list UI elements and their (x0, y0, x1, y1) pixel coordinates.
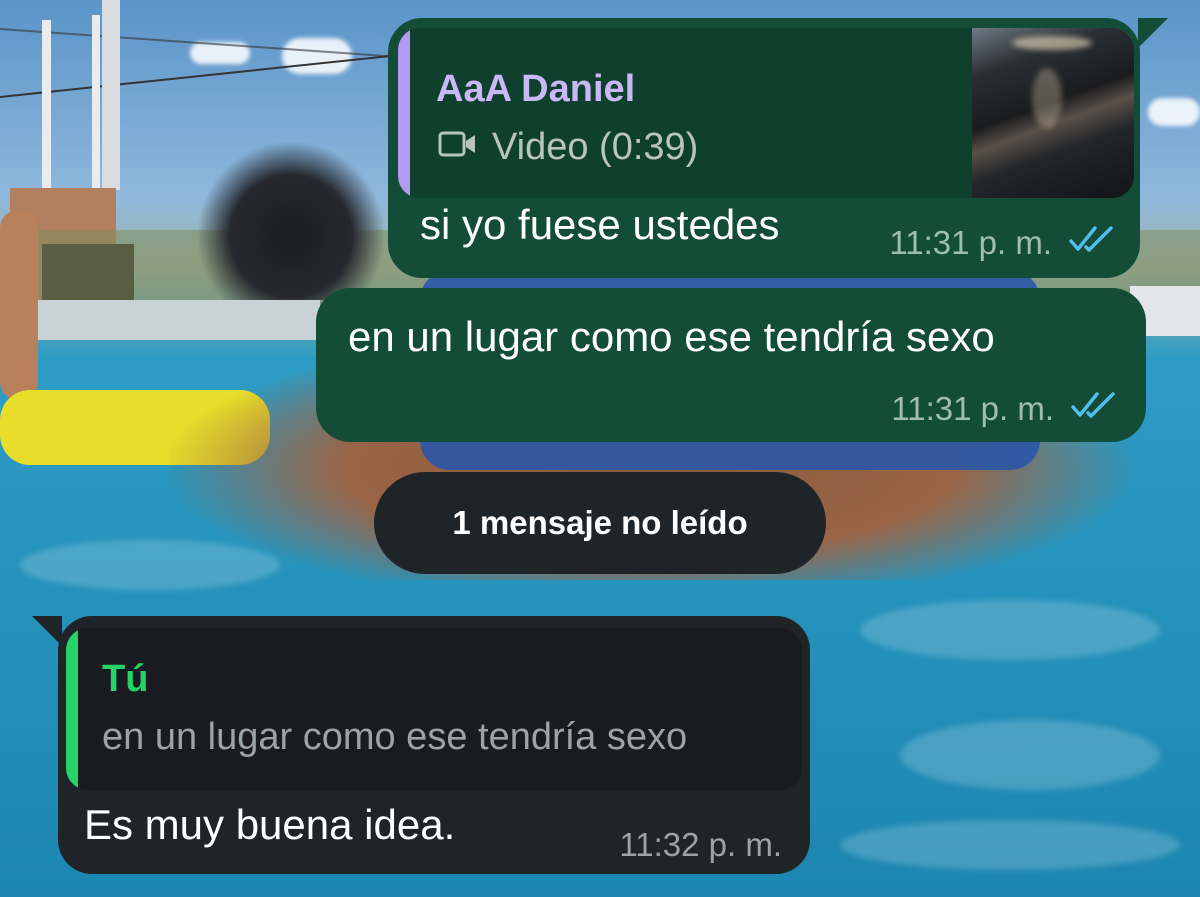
quote-text: en un lugar como ese tendría sexo (102, 716, 688, 758)
bubble-tail (32, 616, 62, 646)
quoted-message[interactable]: Tú en un lugar como ese tendría sexo (66, 628, 802, 790)
video-camera-icon (438, 126, 478, 169)
message-text: en un lugar como ese tendría sexo (348, 313, 995, 360)
message-bubble-outgoing[interactable]: AaA Daniel Video (0:39) si yo fuese uste… (388, 18, 1168, 278)
quote-author: Tú (102, 658, 149, 700)
double-check-read-icon (1068, 224, 1118, 262)
message-bubble-incoming[interactable]: Tú en un lugar como ese tendría sexo Es … (32, 616, 810, 874)
quote-accent-bar (398, 28, 410, 198)
message-time: 11:32 p. m. (619, 826, 782, 863)
quoted-message[interactable]: AaA Daniel Video (0:39) (398, 28, 1134, 198)
video-thumbnail[interactable] (972, 28, 1134, 198)
quote-author: AaA Daniel (436, 68, 636, 110)
message-bubble-outgoing[interactable]: en un lugar como ese tendría sexo 11:31 … (316, 288, 1146, 442)
bubble-tail (1138, 18, 1168, 48)
message-meta: 11:31 p. m. (891, 390, 1120, 428)
quote-media-line: Video (0:39) (438, 126, 698, 169)
message-meta: 11:32 p. m. (619, 826, 782, 864)
quote-accent-bar (66, 628, 78, 790)
message-time: 11:31 p. m. (889, 224, 1052, 261)
chat-screen: AaA Daniel Video (0:39) si yo fuese uste… (0, 0, 1200, 897)
unread-messages-divider: 1 mensaje no leído (374, 472, 826, 574)
message-text: Es muy buena idea. (84, 801, 456, 848)
message-text: si yo fuese ustedes (420, 201, 780, 248)
quote-media-label: Video (0:39) (492, 126, 699, 168)
message-time: 11:31 p. m. (891, 390, 1054, 427)
double-check-read-icon (1070, 390, 1120, 428)
message-meta: 11:31 p. m. (889, 224, 1118, 262)
